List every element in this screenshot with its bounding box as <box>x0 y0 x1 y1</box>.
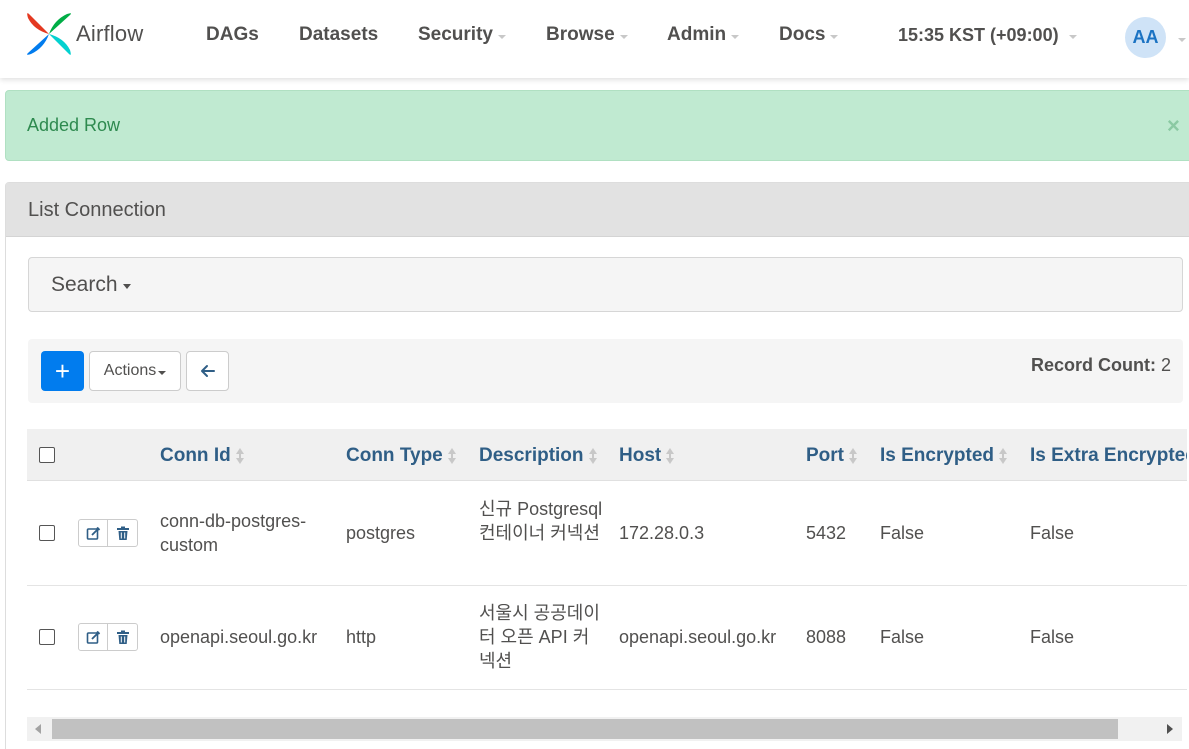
column-header-is-encrypted[interactable]: Is Encrypted <box>880 445 1008 467</box>
cell-is-encrypted: False <box>880 627 925 647</box>
row-select-checkbox[interactable] <box>39 629 55 645</box>
column-label: Port <box>806 445 844 466</box>
column-header-conn-id[interactable]: Conn Id <box>160 445 245 467</box>
success-alert: Added Row × <box>5 90 1189 161</box>
row-actions <box>78 623 138 651</box>
column-header-host[interactable]: Host <box>619 445 675 467</box>
caret-down-icon <box>1068 35 1077 39</box>
cell-host: 172.28.0.3 <box>619 523 705 543</box>
list-toolbar: + Actions Record Count: 2 <box>28 339 1183 403</box>
edit-icon <box>86 526 100 540</box>
cell-description: 신규 Postgresql 컨테이너 커넥션 <box>479 499 603 543</box>
column-header-description[interactable]: Description <box>479 445 598 467</box>
close-icon[interactable]: × <box>1167 113 1180 139</box>
search-label: Search <box>51 273 118 296</box>
nav-dags[interactable]: DAGs <box>206 24 259 46</box>
search-panel[interactable]: Search <box>28 257 1183 312</box>
actions-label: Actions <box>103 362 157 379</box>
caret-down-icon <box>158 370 167 375</box>
horizontal-scrollbar[interactable] <box>27 717 1182 741</box>
caret-down-icon <box>619 34 628 39</box>
nav-security[interactable]: Security <box>418 24 506 46</box>
cell-conn-id: openapi.seoul.go.kr <box>160 627 318 647</box>
cell-host: openapi.seoul.go.kr <box>619 627 777 647</box>
delete-record-button[interactable] <box>108 624 137 650</box>
edit-record-button[interactable] <box>79 520 109 546</box>
column-label: Host <box>619 445 662 466</box>
caret-down-icon <box>731 34 740 39</box>
select-all-checkbox[interactable] <box>39 447 55 463</box>
cell-port: 8088 <box>806 627 847 647</box>
actions-dropdown-button[interactable]: Actions <box>89 351 181 391</box>
column-label: Conn Type <box>346 445 443 466</box>
record-count-label: Record Count: <box>1030 355 1156 375</box>
edit-icon <box>86 630 100 644</box>
column-label: Is Extra Encrypted <box>1030 445 1187 466</box>
arrow-left-icon <box>200 365 215 377</box>
trash-icon <box>116 630 129 644</box>
row-actions <box>78 519 138 547</box>
column-header-conn-type[interactable]: Conn Type <box>346 445 457 467</box>
current-time: 15:35 KST (+09:00) <box>898 25 1059 45</box>
table-header: Conn Id Conn Type Description Host Port … <box>27 429 1187 481</box>
cell-conn-id: conn-db-postgres-custom <box>160 511 307 555</box>
sort-icon <box>998 448 1008 464</box>
panel-title: List Connection <box>6 183 1189 237</box>
nav-docs-label: Docs <box>779 24 826 45</box>
brand-logo[interactable]: Airflow <box>24 10 143 58</box>
nav-browse-label: Browse <box>546 24 615 45</box>
nav-datasets[interactable]: Datasets <box>299 24 378 46</box>
scroll-right-arrow-icon[interactable] <box>1167 724 1173 734</box>
sort-icon <box>447 448 457 464</box>
sort-icon <box>665 448 675 464</box>
nav-docs[interactable]: Docs <box>779 24 839 46</box>
cell-port: 5432 <box>806 523 847 543</box>
column-label: Is Encrypted <box>880 445 995 466</box>
column-header-is-extra-encrypted[interactable]: Is Extra Encrypted <box>1030 445 1187 467</box>
column-label: Conn Id <box>160 445 231 466</box>
scrollbar-thumb[interactable] <box>52 719 1118 739</box>
caret-down-icon <box>122 284 131 289</box>
nav-admin[interactable]: Admin <box>667 24 740 46</box>
connections-table: Conn Id Conn Type Description Host Port … <box>27 429 1187 691</box>
cell-conn-type: postgres <box>346 523 416 543</box>
cell-is-extra-encrypted: False <box>1030 523 1075 543</box>
nav-datasets-label: Datasets <box>299 24 379 45</box>
sort-icon <box>588 448 598 464</box>
caret-down-icon <box>830 34 839 39</box>
edit-record-button[interactable] <box>79 624 109 650</box>
column-header-port[interactable]: Port <box>806 445 858 467</box>
cell-description: 서울시 공공데이터 오픈 API 커넥션 <box>479 603 600 671</box>
row-select-checkbox[interactable] <box>39 525 55 541</box>
table-row: openapi.seoul.go.kr http 서울시 공공데이터 오픈 AP… <box>27 586 1187 690</box>
user-avatar[interactable]: AA <box>1125 17 1166 58</box>
add-record-button[interactable]: + <box>41 351 84 391</box>
scroll-left-arrow-icon[interactable] <box>35 724 41 734</box>
top-navbar: Airflow DAGs Datasets Security Browse Ad… <box>0 0 1189 78</box>
cell-is-extra-encrypted: False <box>1030 627 1075 647</box>
user-menu-caret-icon[interactable] <box>1178 38 1186 42</box>
brand-name: Airflow <box>76 21 144 46</box>
record-count: Record Count: 2 <box>1031 355 1171 376</box>
caret-down-icon <box>497 34 506 39</box>
record-count-value: 2 <box>1160 355 1171 375</box>
nav-dags-label: DAGs <box>206 24 259 45</box>
nav-browse[interactable]: Browse <box>546 24 628 46</box>
delete-record-button[interactable] <box>108 520 137 546</box>
cell-is-encrypted: False <box>880 523 925 543</box>
column-label: Description <box>479 445 584 466</box>
alert-message: Added Row <box>27 115 121 135</box>
sort-icon <box>235 448 245 464</box>
table-row: conn-db-postgres-custom postgres 신규 Post… <box>27 482 1187 586</box>
nav-security-label: Security <box>418 24 493 45</box>
nav-admin-label: Admin <box>667 24 727 45</box>
sort-icon <box>848 448 858 464</box>
back-button[interactable] <box>186 351 229 391</box>
trash-icon <box>116 526 129 540</box>
search-toggle[interactable]: Search <box>51 273 131 297</box>
airflow-pinwheel-icon <box>27 13 71 55</box>
timezone-dropdown[interactable]: 15:35 KST (+09:00) <box>898 25 1077 46</box>
cell-conn-type: http <box>346 627 377 647</box>
